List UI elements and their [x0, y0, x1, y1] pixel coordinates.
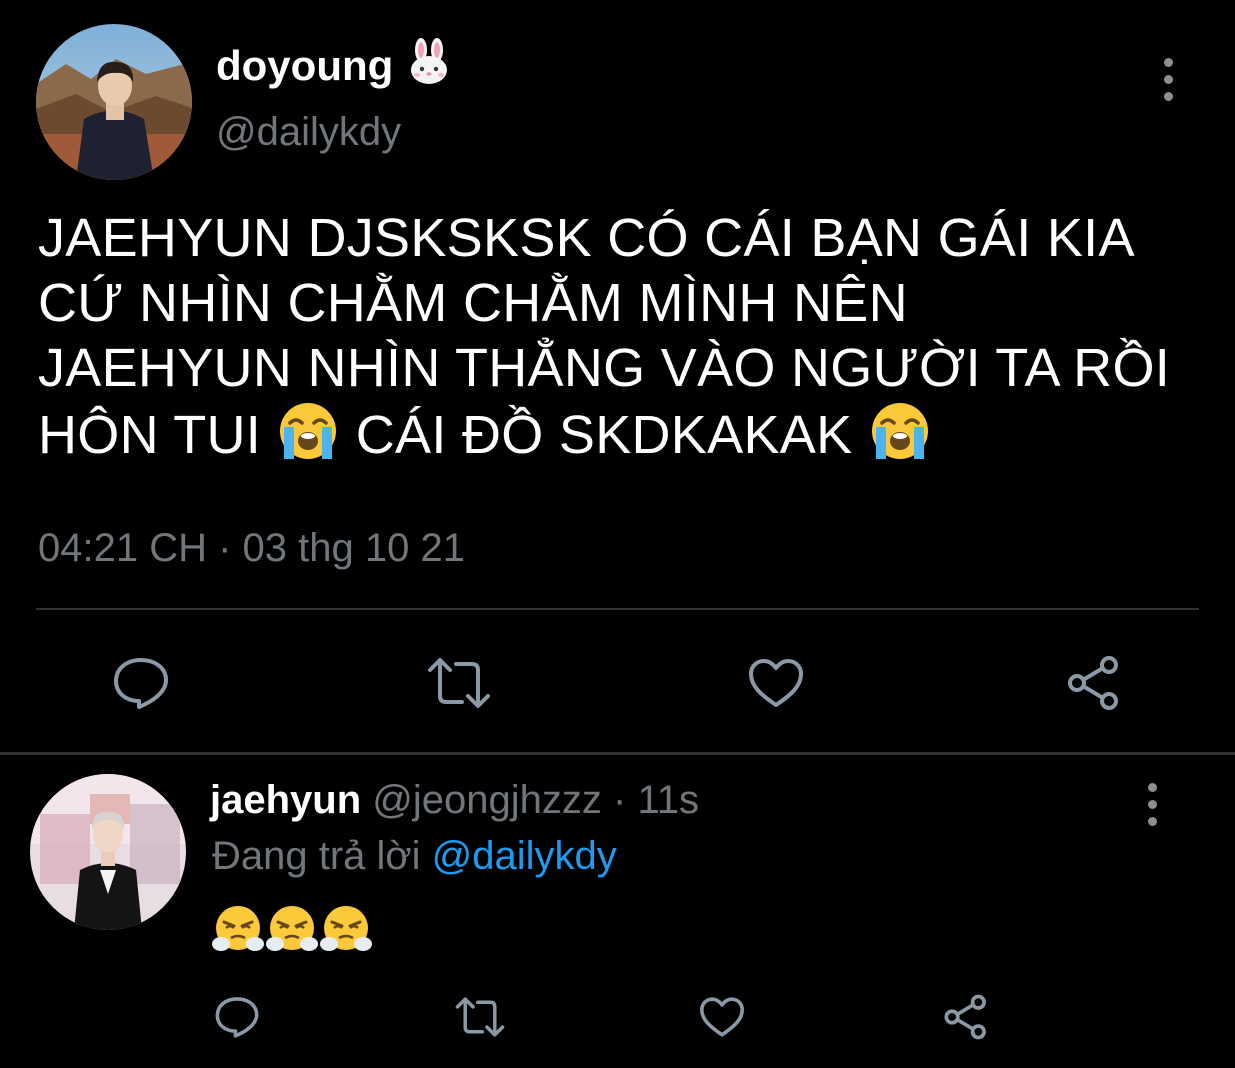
reply-like-button[interactable]	[698, 996, 746, 1038]
reply-icon	[215, 997, 259, 1038]
reply-icon	[114, 658, 168, 709]
replying-to-label: Đang trả lời	[212, 834, 432, 878]
reply-time[interactable]: 11s	[637, 778, 699, 822]
display-name-text[interactable]: doyoung	[216, 42, 393, 90]
like-icon	[699, 997, 745, 1037]
tweet-timestamp[interactable]: 04:21 CH · 03 thg 10 21	[38, 526, 465, 571]
tweet-text-line: JAEHYUN NHÌN THẲNG VÀO NGƯỜI TA RỒI	[38, 338, 1171, 398]
avatar-jaehyun[interactable]	[30, 774, 186, 930]
tweet-text-segment: HÔN TUI	[38, 405, 262, 465]
share-icon	[944, 994, 986, 1040]
face-with-steam-from-nose-emoji	[266, 904, 318, 959]
more-options-icon[interactable]	[1164, 58, 1173, 101]
reply-retweet-button[interactable]	[454, 996, 506, 1038]
retweet-button[interactable]	[426, 656, 492, 710]
divider	[36, 608, 1199, 610]
reply-display-name[interactable]: jaehyun	[210, 778, 361, 822]
face-with-steam-from-nose-emoji	[212, 904, 264, 959]
tweet-text-line: CỨ NHÌN CHẰM CHẰM MÌNH NÊN	[38, 273, 908, 333]
retweet-icon	[455, 997, 505, 1037]
share-button[interactable]	[1064, 654, 1124, 712]
reply-share-button[interactable]	[942, 994, 990, 1040]
reply-content	[212, 904, 372, 959]
tweet-separator	[0, 752, 1235, 755]
tweet-text-line: JAEHYUN DJSKSKSK CÓ CÁI BẠN GÁI KIA	[38, 208, 1135, 268]
face-with-steam-from-nose-emoji	[320, 904, 372, 959]
share-icon	[1068, 656, 1118, 710]
replying-to-mention[interactable]: @dailykdy	[432, 834, 617, 878]
like-button[interactable]	[746, 656, 806, 710]
tweet-text-segment: CÁI ĐỒ SKDKAKAK	[355, 405, 853, 465]
rabbit-face-emoji	[407, 38, 451, 94]
like-icon	[749, 659, 803, 707]
reply-header: jaehyun @jeongjhzzz · 11s	[210, 778, 699, 823]
reply-button[interactable]	[110, 654, 172, 712]
reply-reply-button[interactable]	[214, 994, 260, 1040]
display-name[interactable]: doyoung	[216, 38, 451, 94]
reply-handle[interactable]: @jeongjhzzz	[372, 778, 602, 822]
avatar-doyoung[interactable]	[36, 24, 192, 180]
loudly-crying-face-emoji	[868, 401, 932, 476]
reply-more-options-icon[interactable]	[1148, 783, 1157, 826]
loudly-crying-face-emoji	[276, 401, 340, 476]
tweet-text: JAEHYUN DJSKSKSK CÓ CÁI BẠN GÁI KIA CỨ N…	[38, 206, 1218, 476]
replying-to: Đang trả lời @dailykdy	[212, 834, 617, 879]
handle[interactable]: @dailykdy	[216, 110, 401, 155]
tweet-text-line-4: HÔN TUI CÁI ĐỒ SKDKAKAK	[38, 401, 1218, 476]
reply-time-separator: ·	[601, 778, 638, 822]
retweet-icon	[428, 658, 490, 708]
